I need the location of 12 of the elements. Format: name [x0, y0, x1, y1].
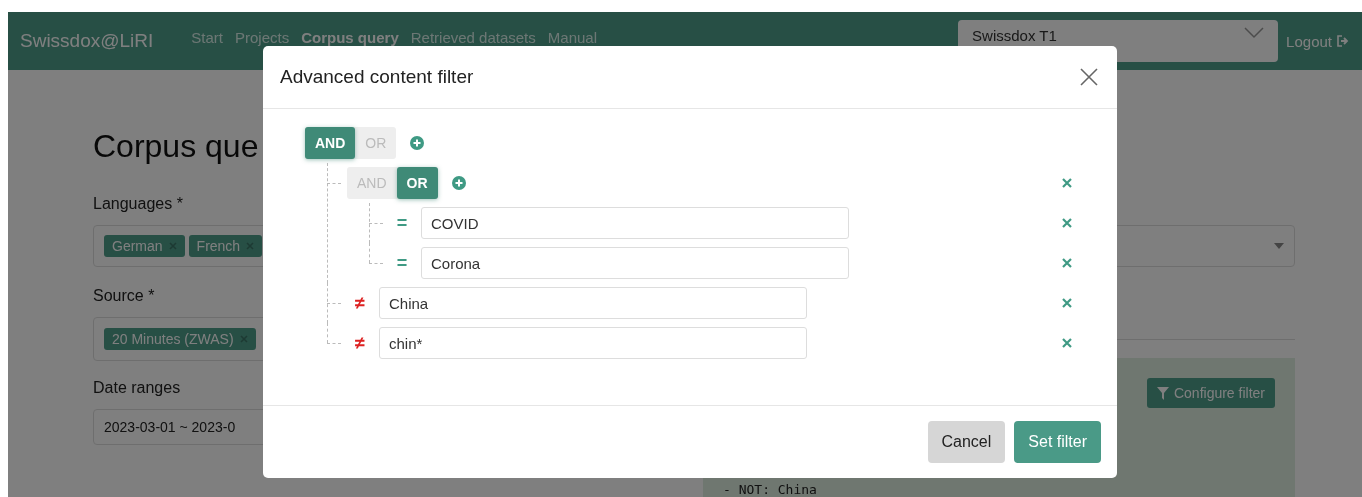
operator-symbol: ≠: [354, 292, 366, 314]
filter-expression: - NOT: China: [723, 482, 818, 497]
dialog-title: Advanced content filter: [280, 66, 474, 88]
page-title: Corpus que: [93, 128, 259, 165]
field-label: Languages *: [93, 195, 183, 213]
logout-label: Logout: [1286, 32, 1332, 50]
operator-symbol: =: [395, 252, 409, 274]
operator-symbol: =: [395, 212, 409, 234]
select-value: Swissdox T1: [972, 27, 1057, 44]
field-label: Date ranges: [93, 379, 181, 397]
field-label: Source *: [93, 287, 155, 305]
operator-symbol: ≠: [354, 332, 366, 354]
